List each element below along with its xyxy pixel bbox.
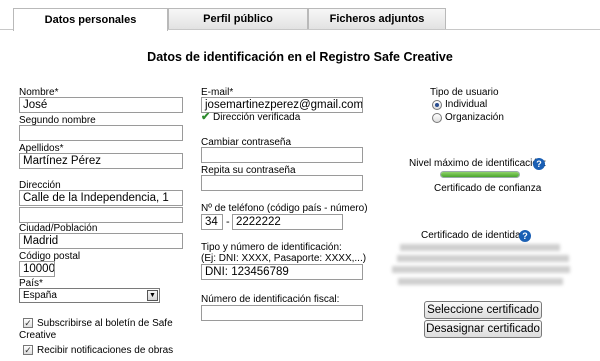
telefono-label: Nº de teléfono (código país - número) [201, 203, 368, 214]
nombre-input[interactable]: José [19, 97, 183, 113]
tab-label: Datos personales [44, 14, 137, 26]
tab-label: Perfil público [203, 13, 273, 25]
nivel-progress-bar [440, 171, 520, 178]
check-icon: ✔ [201, 111, 211, 123]
apellidos-input[interactable]: Martínez Pérez [19, 153, 183, 169]
tipo-usuario-label: Tipo de usuario [430, 87, 499, 98]
fiscal-label: Número de identificación fiscal: [201, 294, 340, 305]
ciudad-input[interactable]: Madrid [19, 233, 183, 249]
identificacion-hint: (Ej: DNI: XXXX, Pasaporte: XXXX,...) [201, 253, 367, 264]
organizacion-radio[interactable] [432, 113, 442, 123]
help-icon[interactable]: ? [519, 230, 531, 242]
certificado-identidad-label: Certificado de identidad [421, 230, 527, 241]
help-icon[interactable]: ? [533, 158, 545, 170]
individual-radio[interactable] [432, 100, 442, 110]
telefono-numero-input[interactable]: 2222222 [232, 214, 343, 230]
fiscal-input[interactable] [201, 305, 363, 321]
tab-datos-personales[interactable]: Datos personales [13, 8, 168, 31]
tab-bar: Datos personales Perfil público Ficheros… [0, 0, 600, 31]
direccion-input[interactable]: Calle de la Independencia, 1 [19, 190, 183, 206]
identificacion-label: Tipo y número de identificación: [201, 242, 342, 253]
tab-perfil-publico[interactable]: Perfil público [168, 8, 308, 29]
pais-select-value: España [23, 290, 57, 301]
repita-contrasena-input[interactable] [201, 175, 363, 191]
direccion2-input[interactable] [19, 207, 183, 223]
telefono-pais-input[interactable]: 34 [201, 214, 223, 230]
boletin-label-line1: Subscribirse al boletín de Safe [37, 318, 173, 329]
tab-label: Ficheros adjuntos [329, 13, 425, 25]
organizacion-label: Organización [445, 112, 504, 123]
telefono-separator: - [226, 216, 230, 228]
identificacion-input[interactable]: DNI: 123456789 [201, 264, 363, 280]
seleccione-certificado-button[interactable]: Seleccione certificado [424, 301, 542, 319]
nivel-label: Nivel máximo de identificación: [409, 158, 547, 169]
codigo-postal-input[interactable]: 10000 [19, 261, 55, 277]
boletin-label-line2: Creative [19, 330, 57, 341]
dropdown-arrow-icon[interactable]: ▼ [147, 290, 158, 301]
notificaciones-label: Recibir notificaciones de obras [37, 345, 174, 356]
pais-select[interactable]: España ▼ [19, 288, 160, 303]
email-input[interactable]: josemartinezperez@gmail.com [201, 97, 363, 113]
certificado-confianza-text: Certificado de confianza [434, 183, 542, 194]
boletin-checkbox[interactable]: ✓ [23, 318, 33, 328]
desasignar-certificado-button[interactable]: Desasignar certificado [424, 320, 542, 338]
verified-text: Dirección verificada [213, 112, 301, 123]
tab-ficheros-adjuntos[interactable]: Ficheros adjuntos [308, 8, 446, 29]
redacted-certificate-info [400, 244, 560, 251]
segundo-nombre-input[interactable] [19, 125, 183, 141]
redacted-certificate-info [398, 278, 563, 285]
individual-label: Individual [445, 99, 488, 110]
page-title: Datos de identificación en el Registro S… [147, 50, 453, 64]
redacted-certificate-info [392, 266, 570, 273]
nivel-progress-fill [441, 172, 519, 177]
redacted-certificate-info [397, 255, 569, 262]
notificaciones-checkbox[interactable]: ✓ [23, 345, 33, 355]
cambiar-contrasena-input[interactable] [201, 147, 363, 163]
